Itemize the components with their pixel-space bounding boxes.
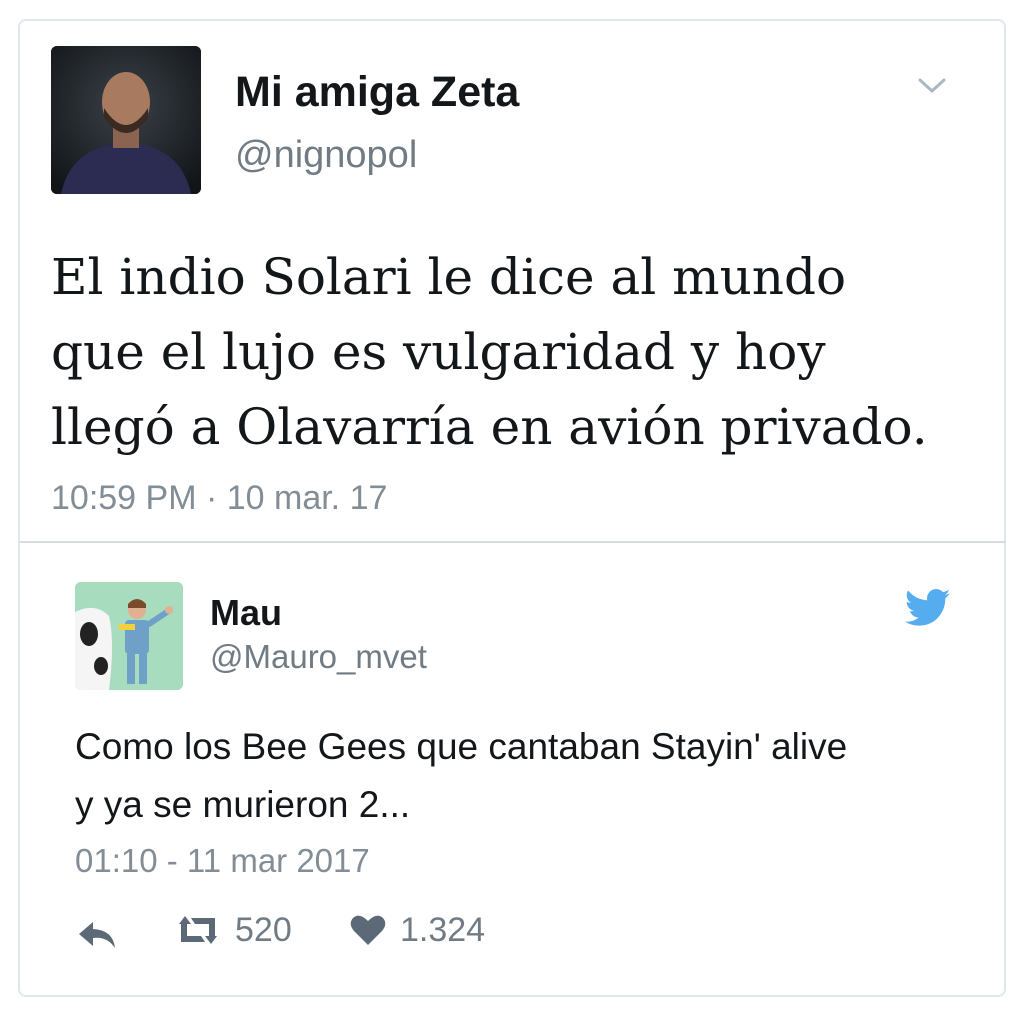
retweet-count: 520	[235, 910, 292, 949]
retweet-button[interactable]: 520	[173, 910, 292, 950]
author-name[interactable]: Mau	[210, 592, 282, 634]
tweet-text-line: Como los Bee Gees que cantaban Stayin' a…	[75, 726, 848, 767]
divider	[20, 541, 1006, 543]
retweet-icon	[173, 910, 223, 950]
tweet-timestamp[interactable]: 01:10 - 11 mar 2017	[75, 842, 370, 880]
tweet-timestamp[interactable]: 10:59 PM · 10 mar. 17	[51, 479, 387, 518]
tweet-text-line: y ya se murieron 2...	[75, 784, 411, 825]
reply-button[interactable]	[75, 914, 119, 954]
author-handle[interactable]: @Mauro_mvet	[210, 638, 427, 676]
tweet-text-line: que el lujo es vulgaridad y hoy	[51, 323, 826, 381]
like-button[interactable]: 1.324	[348, 910, 485, 950]
reply-icon	[75, 914, 119, 954]
tweet-text-line: El indio Solari le dice al mundo	[51, 248, 847, 306]
tweet-text-line: llegó a Olavarría en avión privado.	[51, 398, 928, 456]
twitter-bird-icon[interactable]	[904, 588, 951, 628]
author-name[interactable]: Mi amiga Zeta	[235, 68, 519, 117]
like-count: 1.324	[400, 910, 486, 949]
avatar[interactable]	[51, 46, 201, 194]
heart-icon	[348, 910, 388, 950]
chevron-down-icon[interactable]	[915, 74, 949, 98]
tweet-text: Como los Bee Gees que cantaban Stayin' a…	[75, 718, 975, 834]
tweet-text: El indio Solari le dice al mundo que el …	[51, 240, 1001, 465]
avatar[interactable]	[75, 582, 183, 690]
author-handle[interactable]: @nignopol	[235, 134, 417, 177]
